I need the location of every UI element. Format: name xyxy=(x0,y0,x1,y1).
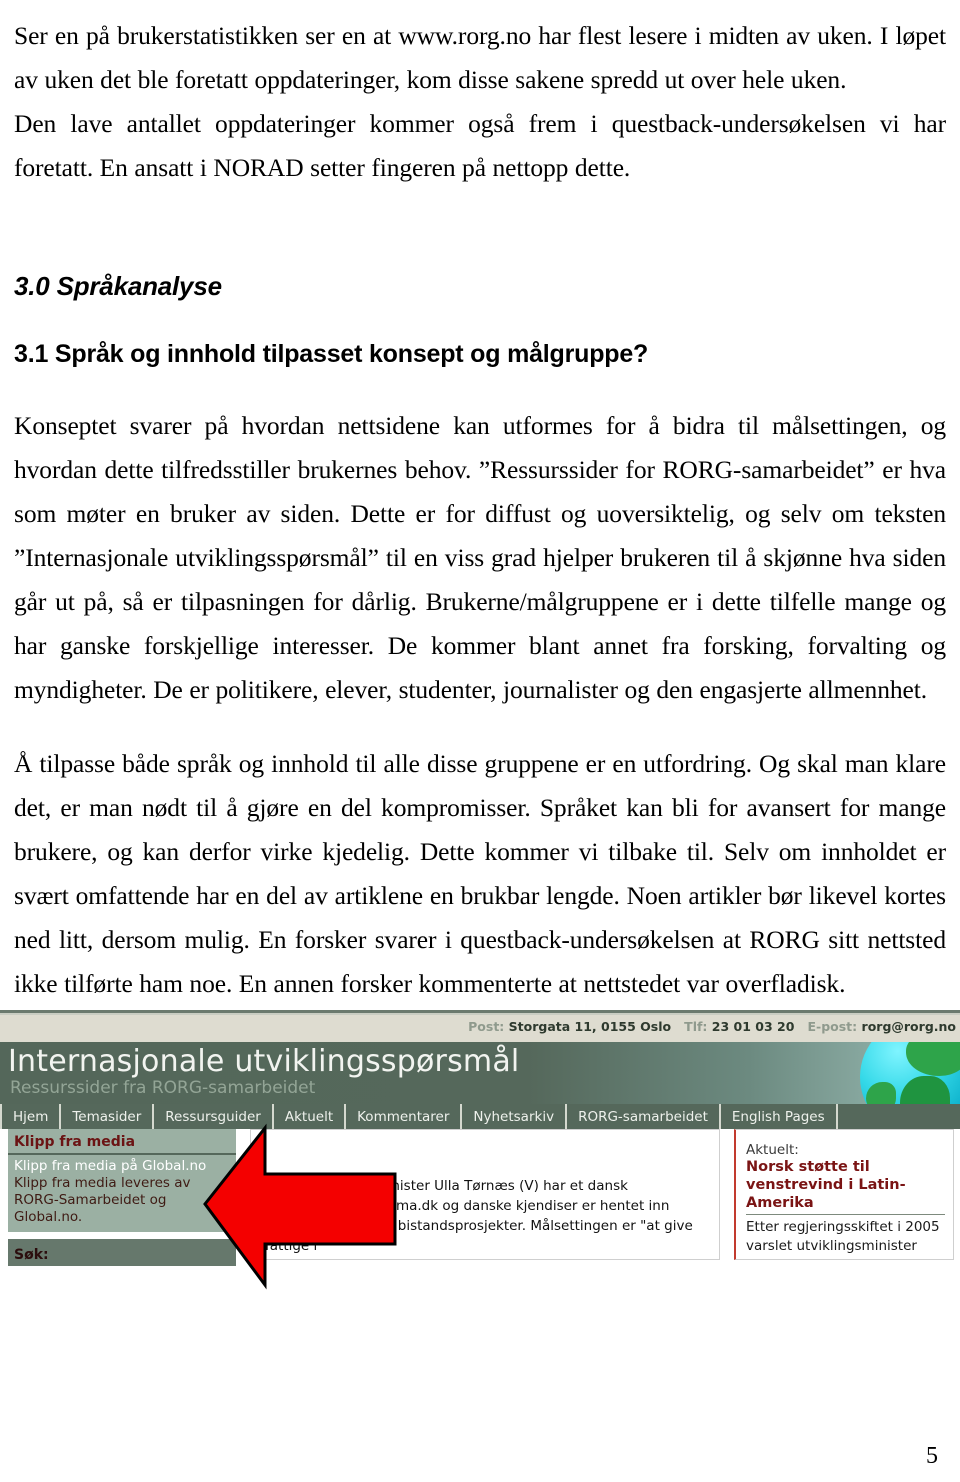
nav-item-aktuelt[interactable]: Aktuelt xyxy=(274,1104,347,1129)
site-navbar[interactable]: Hjem Temasider Ressursguider Aktuelt Kom… xyxy=(0,1104,960,1129)
phone-value: 23 01 03 20 xyxy=(711,1019,795,1034)
paragraph-2: Den lave antallet oppdateringer kommer o… xyxy=(14,109,946,182)
klipp-fra-media-block: Klipp fra media Klipp fra media på Globa… xyxy=(8,1129,236,1232)
nav-item-kommentarer[interactable]: Kommentarer xyxy=(346,1104,463,1129)
post-value: Storgata 11, 0155 Oslo xyxy=(508,1019,672,1034)
nav-item-ressursguider[interactable]: Ressursguider xyxy=(154,1104,274,1129)
contact-strip: Post: Storgata 11, 0155 Oslo Tlf: 23 01 … xyxy=(0,1015,960,1042)
nav-item-english-pages[interactable]: English Pages xyxy=(721,1104,838,1129)
right-sidebar: Aktuelt: Norsk støtte til venstrevind i … xyxy=(734,1129,954,1260)
nav-item-temasider[interactable]: Temasider xyxy=(61,1104,155,1129)
klipp-heading: Klipp fra media xyxy=(8,1129,236,1155)
after-heading-gap xyxy=(14,370,946,404)
nav-item-nyhetsarkiv[interactable]: Nyhetsarkiv xyxy=(462,1104,568,1129)
nav-filler xyxy=(838,1104,960,1129)
site-banner: Internasjonale utviklingsspørsmål Ressur… xyxy=(0,1042,960,1104)
klipp-global-link[interactable]: Klipp fra media på Global.no xyxy=(14,1158,230,1175)
globe-landmass xyxy=(866,1082,896,1104)
center-article-text: klingsminister Ulla Tørnæs (V) har et da… xyxy=(257,1176,715,1256)
left-sidebar: Klipp fra media Klipp fra media på Globa… xyxy=(8,1129,236,1266)
document-page: Ser en på brukerstatistikken ser en at w… xyxy=(0,0,960,1482)
nav-item-rorg-samarbeidet[interactable]: RORG-samarbeidet xyxy=(567,1104,721,1129)
heading-3-0: 3.0 Språkanalyse xyxy=(14,271,222,301)
post-label: Post: xyxy=(468,1019,505,1034)
heading-gap xyxy=(14,302,946,338)
contact-info: Post: Storgata 11, 0155 Oslo Tlf: 23 01 … xyxy=(468,1019,956,1034)
aktuelt-label: Aktuelt: xyxy=(746,1142,799,1158)
phone-label: Tlf: xyxy=(684,1019,708,1034)
top-spacer xyxy=(14,0,946,14)
site-content: Klipp fra media Klipp fra media på Globa… xyxy=(0,1129,960,1266)
center-column: klingsminister Ulla Tørnæs (V) har et da… xyxy=(250,1129,720,1260)
website-screenshot: Post: Storgata 11, 0155 Oslo Tlf: 23 01 … xyxy=(0,1008,960,1266)
search-block[interactable]: Søk: xyxy=(8,1239,236,1266)
page-number: 5 xyxy=(926,1443,938,1469)
heading-spacer-top xyxy=(14,190,946,234)
paragraph-3: Konseptet svarer på hvordan nettsidene k… xyxy=(14,411,946,704)
klipp-body: Klipp fra media på Global.no Klipp fra m… xyxy=(8,1155,236,1232)
center-line-2: ert dilemma.dk og danske kjendiser er he… xyxy=(335,1198,670,1214)
search-label: Søk: xyxy=(14,1247,49,1263)
heading-spacer-extra xyxy=(14,234,946,270)
site-subtitle: Ressurssider fra RORG-samarbeidet xyxy=(10,1078,316,1098)
site-title: Internasjonale utviklingsspørsmål xyxy=(8,1044,520,1079)
aktuelt-headline[interactable]: Norsk støtte til venstrevind i Latin-Ame… xyxy=(746,1158,945,1215)
heading-3-1: 3.1 Språk og innhold tilpasset konsept o… xyxy=(14,340,649,368)
email-value: rorg@rorg.no xyxy=(861,1019,956,1034)
globe-icon xyxy=(860,1042,960,1104)
paragraph-4: Å tilpasse både språk og innhold til all… xyxy=(14,749,946,998)
email-label: E-post: xyxy=(807,1019,858,1034)
center-line-1: klingsminister Ulla Tørnæs (V) har et da… xyxy=(335,1178,628,1194)
nav-item-hjem[interactable]: Hjem xyxy=(0,1104,62,1129)
klipp-description: Klipp fra media leveres av RORG-Samarbei… xyxy=(14,1175,191,1225)
embedded-screenshot: Post: Storgata 11, 0155 Oslo Tlf: 23 01 … xyxy=(0,1008,960,1290)
center-line-3: for å velge ut gode bistandsprosjekter. … xyxy=(265,1218,693,1254)
aktuelt-body: Etter regjeringsskiftet i 2005 varslet u… xyxy=(746,1219,940,1259)
paragraph-1: Ser en på brukerstatistikken ser en at w… xyxy=(14,21,946,94)
